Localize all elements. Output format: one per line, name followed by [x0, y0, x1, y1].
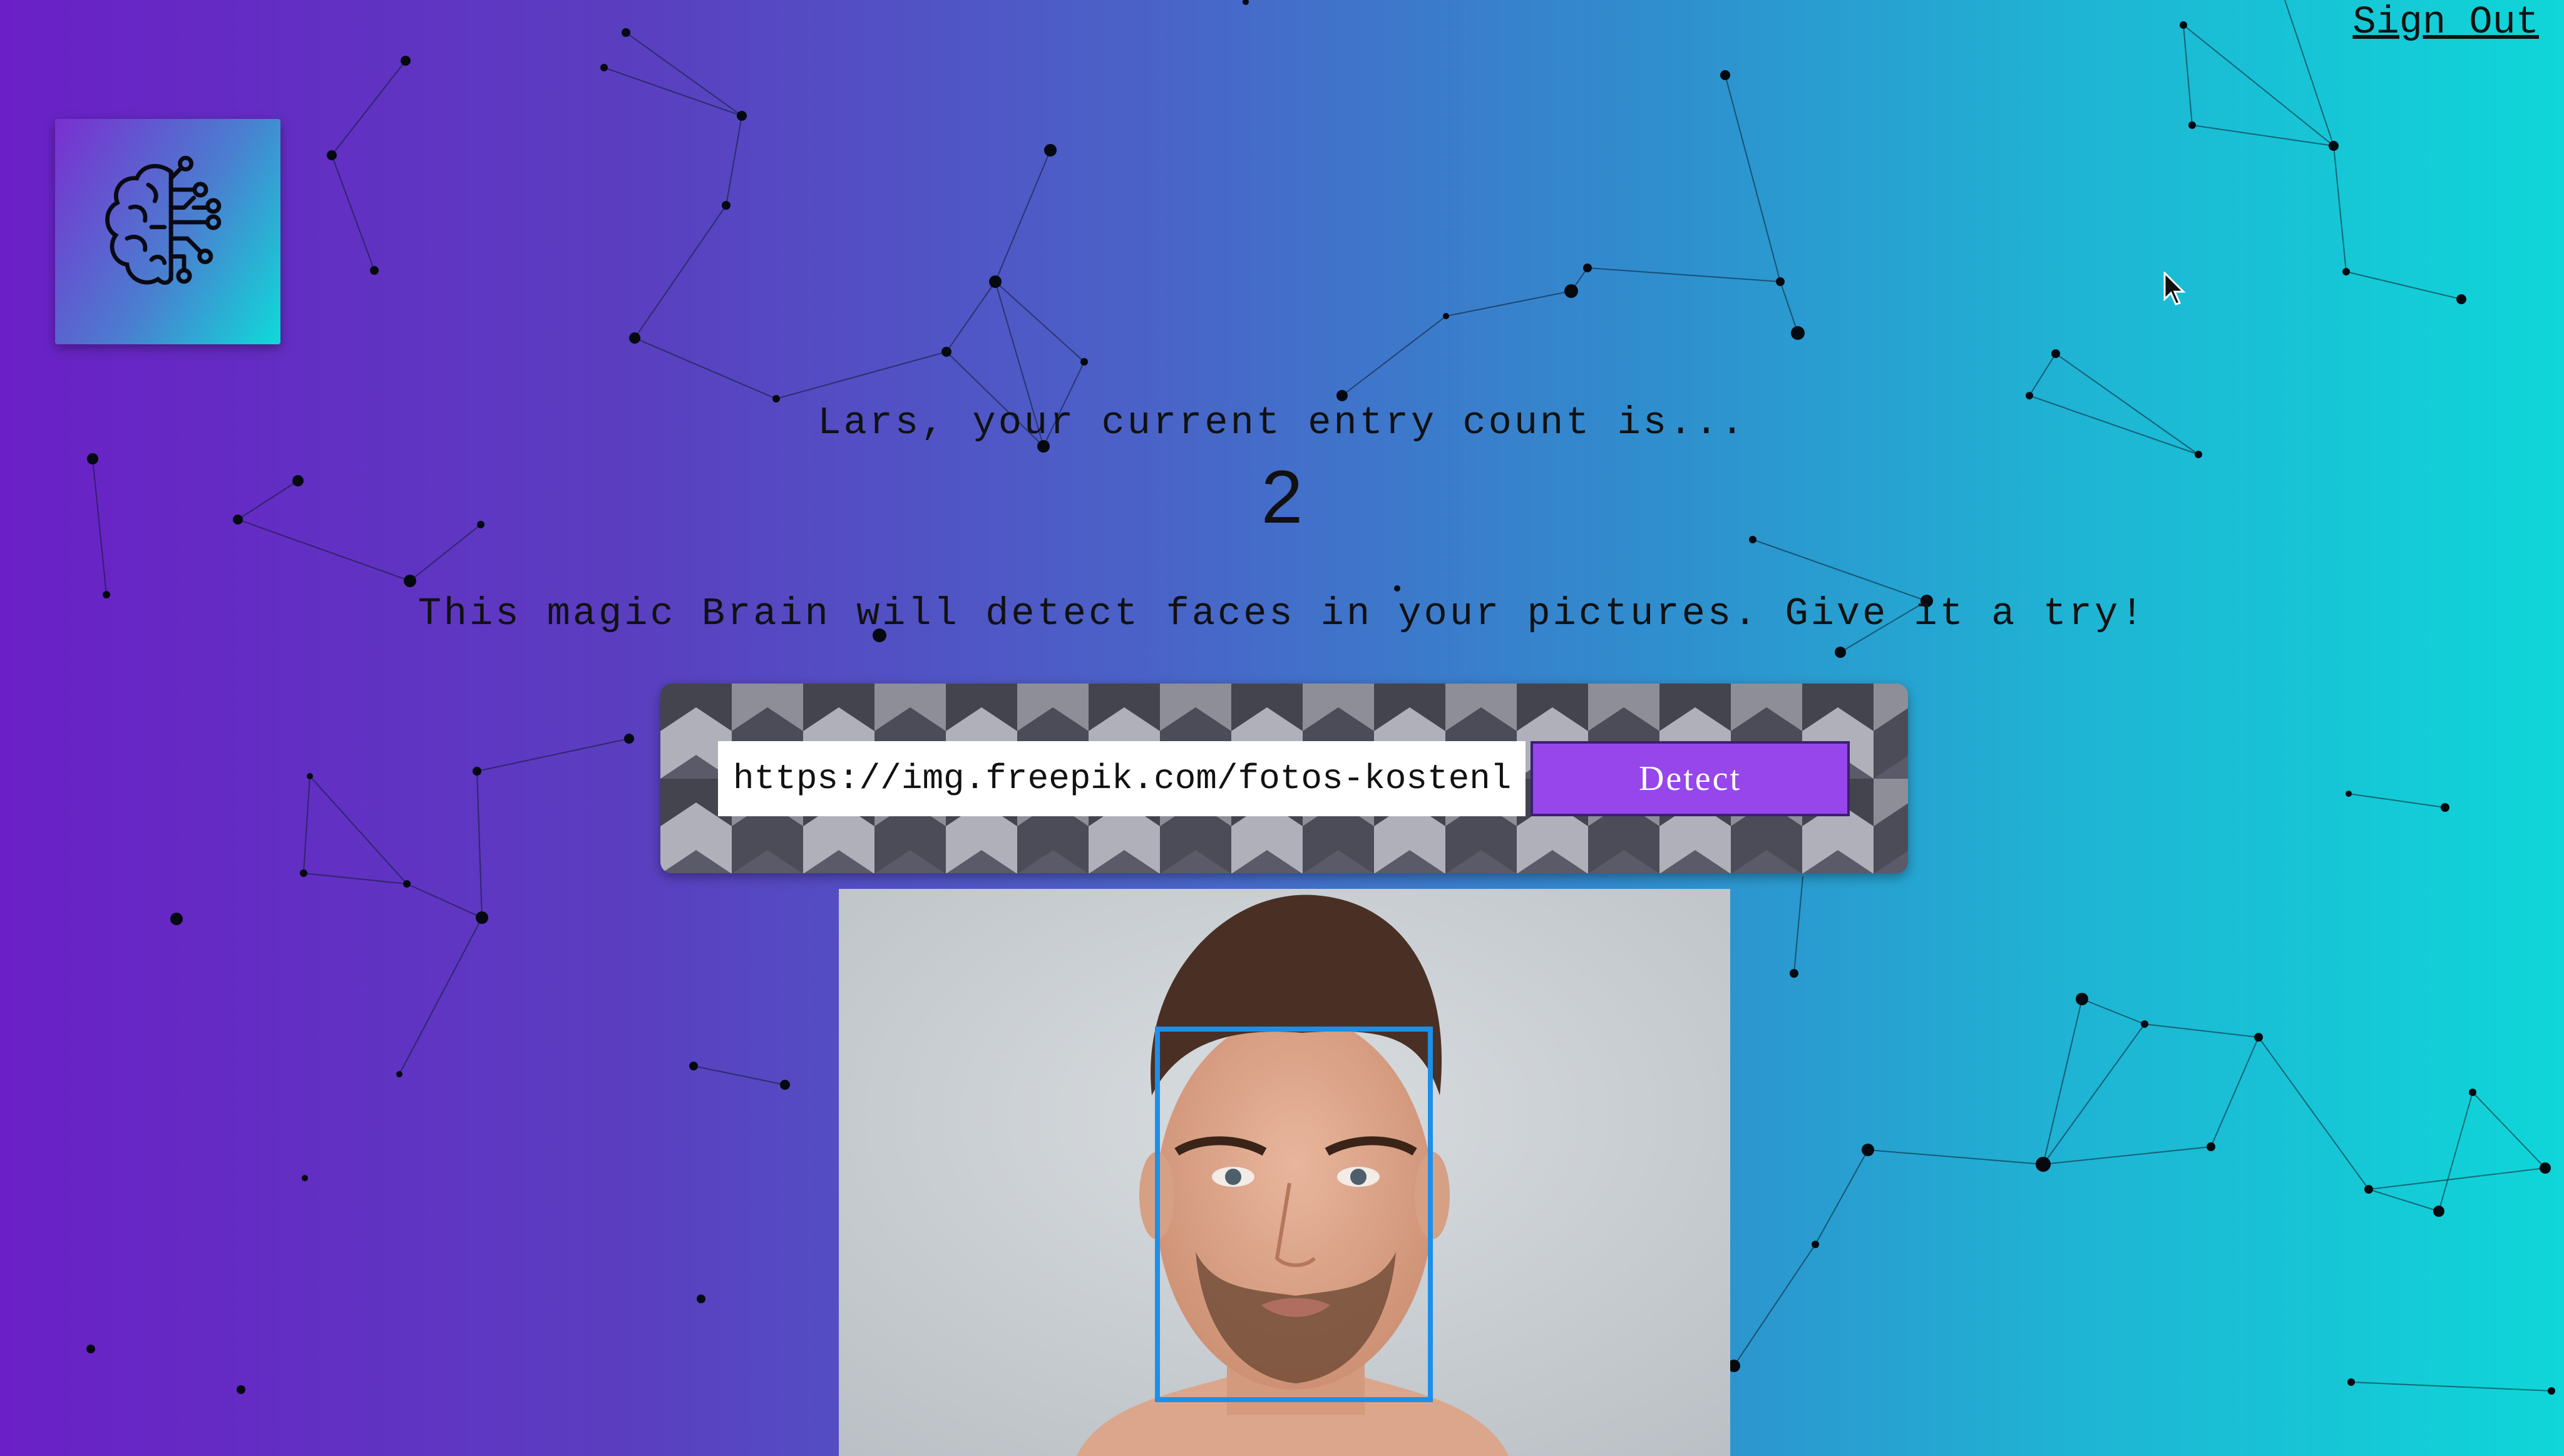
face-bounding-box: [1155, 1027, 1433, 1402]
face-detection-image: [839, 889, 1730, 1456]
detect-button[interactable]: Detect: [1531, 741, 1850, 816]
mouse-cursor-icon: [2163, 270, 2188, 310]
brain-circuit-icon: [86, 149, 249, 315]
image-url-input[interactable]: [718, 741, 1526, 816]
entry-count: 2: [1261, 455, 1303, 539]
entry-count-greeting: Lars, your current entry count is...: [818, 401, 1746, 445]
sign-out-link[interactable]: Sign Out: [2352, 0, 2539, 44]
app-tagline: This magic Brain will detect faces in yo…: [418, 592, 2146, 636]
image-link-form: Detect: [660, 684, 1908, 873]
brain-logo: [55, 119, 280, 344]
